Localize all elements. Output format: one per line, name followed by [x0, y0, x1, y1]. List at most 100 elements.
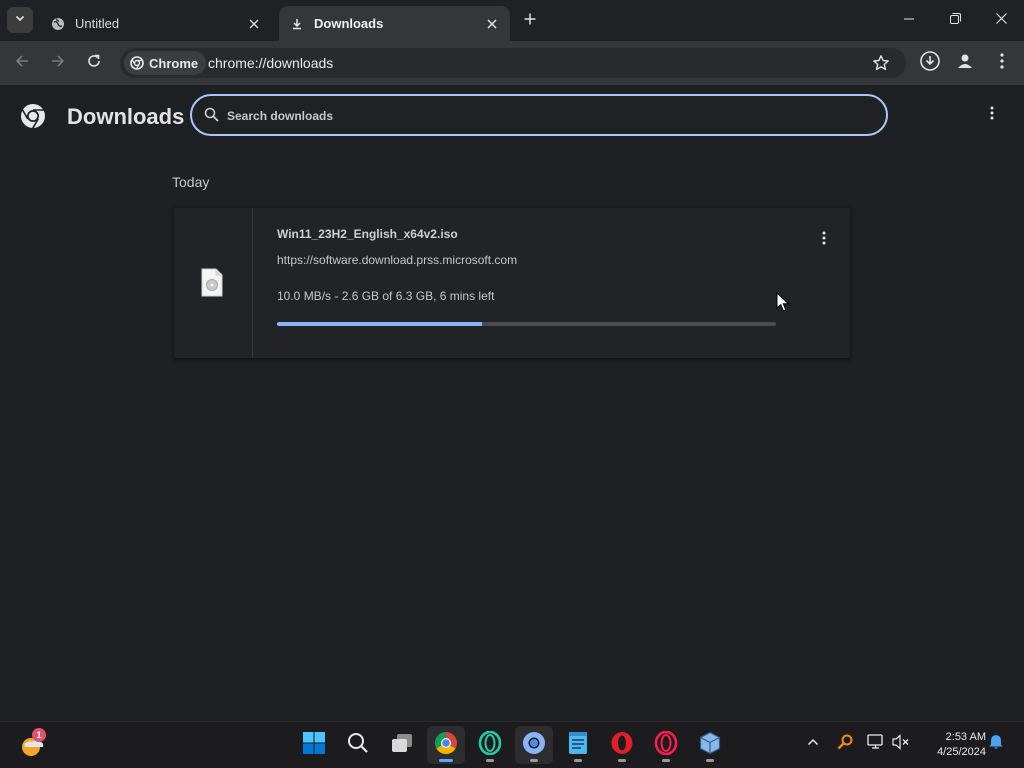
page-menu-button[interactable] — [982, 105, 1002, 125]
restore-icon — [949, 11, 961, 29]
show-hidden-icons-button[interactable] — [803, 734, 823, 754]
file-name-link[interactable]: Win11_23H2_English_x64v2.iso — [277, 227, 458, 241]
active-indicator — [439, 759, 453, 762]
page-title: Downloads — [67, 104, 185, 129]
forward-button[interactable] — [44, 49, 72, 77]
start-button[interactable] — [295, 726, 333, 764]
system-clock[interactable]: 2:53 AM 4/25/2024 — [922, 730, 986, 760]
plus-icon — [524, 12, 536, 30]
downloads-button[interactable] — [917, 50, 943, 76]
tab-title: Downloads — [314, 16, 384, 31]
search-icon — [347, 732, 369, 759]
opera-icon — [610, 731, 634, 760]
minimize-icon — [904, 11, 914, 29]
running-indicator — [706, 759, 714, 762]
taskbar-app-opera-gx-red[interactable] — [647, 726, 685, 764]
task-view-button[interactable] — [383, 726, 421, 764]
notepad-icon — [567, 731, 589, 760]
more-vert-icon — [822, 231, 826, 250]
clock-date: 4/25/2024 — [937, 746, 986, 758]
restore-button[interactable] — [932, 6, 978, 34]
tab-title: Untitled — [75, 16, 120, 31]
bell-icon — [988, 734, 1004, 755]
running-indicator — [530, 759, 538, 762]
search-icon — [204, 107, 219, 127]
chrome-icon — [130, 56, 144, 70]
volume-button[interactable] — [891, 733, 911, 755]
notifications-button[interactable] — [986, 734, 1006, 754]
chrome-icon — [434, 731, 458, 760]
windows-taskbar: 1 2:53 AM 4/25/2024 — [0, 721, 1024, 768]
download-progress-icon — [919, 50, 941, 77]
close-icon — [995, 11, 1007, 29]
download-item-menu-button[interactable] — [814, 230, 834, 250]
browser-toolbar: Chrome chrome://downloads — [0, 41, 1024, 85]
file-icon-column — [174, 208, 253, 358]
taskbar-app-chrome[interactable] — [427, 726, 465, 764]
network-button[interactable] — [866, 733, 886, 755]
file-source-url[interactable]: https://software.download.prss.microsoft… — [277, 253, 517, 267]
tab-strip: Untitled Downloads — [0, 0, 1024, 41]
new-tab-button[interactable] — [519, 10, 541, 32]
chevron-up-icon — [807, 735, 819, 753]
opera-gx-red-icon — [654, 730, 678, 760]
magnifier-orange-icon — [837, 734, 853, 755]
tray-app-search[interactable] — [835, 734, 855, 754]
browser-menu-button[interactable] — [989, 50, 1015, 76]
url-text: chrome://downloads — [208, 55, 334, 71]
search-downloads-input[interactable]: Search downloads — [190, 94, 888, 136]
close-window-button[interactable] — [978, 6, 1024, 34]
chip-label: Chrome — [149, 55, 199, 71]
virtualbox-icon — [698, 731, 722, 760]
chrome-blue-icon — [522, 731, 546, 760]
arrow-right-icon — [51, 54, 65, 73]
address-bar[interactable]: Chrome chrome://downloads — [120, 48, 906, 78]
search-placeholder: Search downloads — [227, 109, 334, 123]
volume-muted-icon — [892, 733, 910, 755]
running-indicator — [618, 759, 626, 762]
more-vert-icon — [1000, 52, 1004, 74]
file-icon — [201, 268, 223, 297]
chevron-down-icon — [14, 11, 26, 29]
taskbar-search-button[interactable] — [339, 726, 377, 764]
globe-icon — [50, 16, 66, 32]
profile-button[interactable] — [952, 50, 978, 76]
reload-icon — [87, 54, 101, 73]
taskbar-app-opera-gx[interactable] — [471, 726, 509, 764]
taskbar-app-virtualbox[interactable] — [691, 726, 729, 764]
minimize-button[interactable] — [886, 6, 932, 34]
bookmark-star-icon[interactable] — [872, 54, 890, 72]
download-progress-fill — [277, 322, 482, 326]
taskbar-app-notepad[interactable] — [559, 726, 597, 764]
profile-icon — [956, 52, 974, 75]
arrow-left-icon — [15, 54, 29, 73]
chrome-logo-icon — [20, 103, 46, 129]
more-vert-icon — [990, 106, 994, 125]
site-info-chip[interactable]: Chrome — [124, 51, 207, 75]
opera-gx-icon — [478, 730, 502, 760]
close-icon[interactable] — [484, 16, 500, 32]
tab-downloads[interactable]: Downloads — [279, 6, 510, 41]
download-progress-bar — [277, 322, 776, 326]
running-indicator — [662, 759, 670, 762]
weather-badge: 1 — [32, 728, 46, 742]
downloads-page: Downloads Search downloads Today Win11_2… — [0, 85, 1024, 721]
running-indicator — [486, 759, 494, 762]
taskbar-app-chrome-profile[interactable] — [515, 726, 553, 764]
section-date-label: Today — [172, 174, 210, 190]
task-view-icon — [390, 732, 414, 759]
start-icon — [302, 731, 326, 760]
tab-untitled[interactable]: Untitled — [40, 6, 272, 41]
back-button[interactable] — [8, 49, 36, 77]
download-item: Win11_23H2_English_x64v2.iso https://sof… — [174, 208, 850, 358]
reload-button[interactable] — [80, 49, 108, 77]
close-icon[interactable] — [246, 16, 262, 32]
clock-time: 2:53 AM — [945, 731, 986, 743]
running-indicator — [574, 759, 582, 762]
network-icon — [867, 733, 885, 755]
tab-search-button[interactable] — [7, 7, 33, 33]
download-icon — [289, 16, 305, 32]
mouse-cursor-icon — [776, 291, 790, 318]
taskbar-app-opera[interactable] — [603, 726, 641, 764]
download-status: 10.0 MB/s - 2.6 GB of 6.3 GB, 6 mins lef… — [277, 289, 495, 303]
